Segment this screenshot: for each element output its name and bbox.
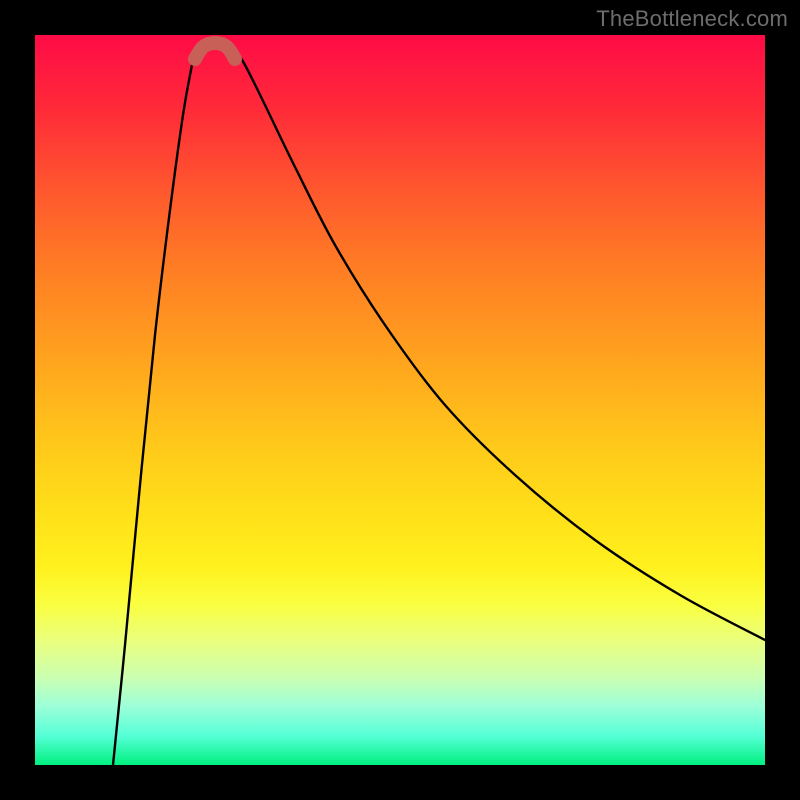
curve-right-branch <box>233 47 765 640</box>
curve-left-branch <box>113 47 198 765</box>
plot-area <box>35 35 765 765</box>
curves-layer <box>35 35 765 765</box>
watermark-text: TheBottleneck.com <box>596 6 788 32</box>
chart-frame: TheBottleneck.com <box>0 0 800 800</box>
minimum-marker <box>195 43 235 59</box>
